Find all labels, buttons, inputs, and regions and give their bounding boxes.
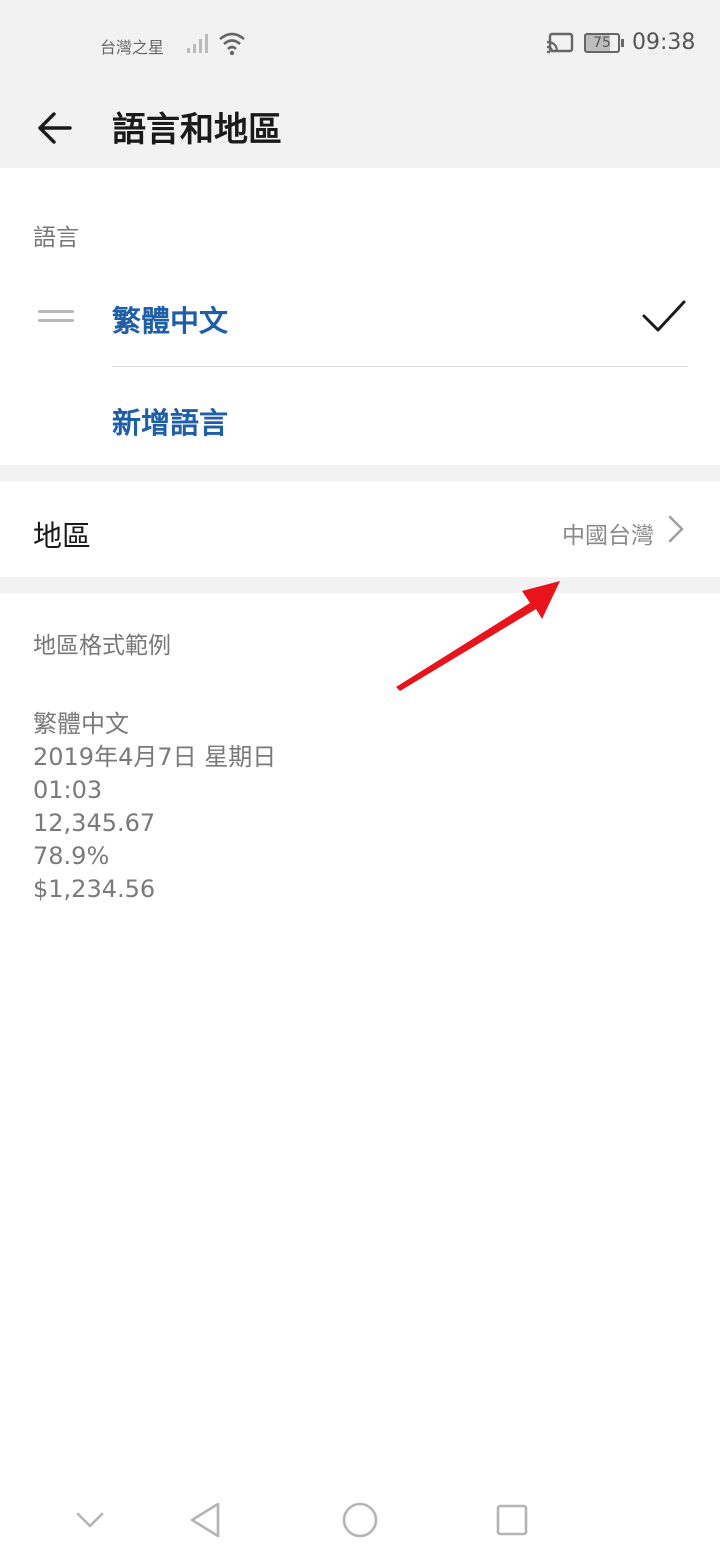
section-divider xyxy=(0,465,720,481)
back-triangle-icon[interactable] xyxy=(184,1498,228,1542)
region-value: 中國台灣 xyxy=(562,523,654,549)
drag-handle-icon[interactable] xyxy=(38,310,74,324)
navigation-bar xyxy=(0,1480,720,1560)
battery-icon: 75 xyxy=(584,33,620,53)
cast-icon xyxy=(546,32,574,54)
format-example-language: 繁體中文 xyxy=(33,710,129,738)
section-divider xyxy=(0,577,720,593)
divider xyxy=(112,366,688,367)
language-section-label: 語言 xyxy=(33,225,79,251)
back-arrow-icon[interactable] xyxy=(30,102,82,154)
status-bar: 台灣之星 75 09:38 xyxy=(0,0,720,88)
language-item[interactable]: 繁體中文 xyxy=(0,270,720,366)
collapse-icon[interactable] xyxy=(68,1498,112,1542)
wifi-icon xyxy=(219,32,245,56)
page-title: 語言和地區 xyxy=(112,110,282,150)
recents-square-icon[interactable] xyxy=(490,1498,534,1542)
region-label: 地區 xyxy=(33,519,92,553)
chevron-right-icon xyxy=(668,515,684,543)
format-example-number: 12,345.67 xyxy=(33,809,156,837)
signal-icon xyxy=(187,34,208,53)
home-circle-icon[interactable] xyxy=(338,1498,382,1542)
format-example-block: 繁體中文 2019年4月7日 星期日 01:03 12,345.67 78.9%… xyxy=(33,708,276,906)
app-bar: 語言和地區 xyxy=(0,88,720,168)
format-example-currency: $1,234.56 xyxy=(33,875,156,903)
check-icon xyxy=(642,300,686,332)
language-name: 繁體中文 xyxy=(112,304,229,338)
format-example-label: 地區格式範例 xyxy=(33,633,171,659)
status-time: 09:38 xyxy=(632,30,696,55)
annotation-arrow-icon xyxy=(396,581,560,691)
carrier-name: 台灣之星 xyxy=(100,38,165,57)
format-example-time: 01:03 xyxy=(33,776,103,804)
add-language-button[interactable]: 新增語言 xyxy=(112,400,228,442)
format-example-percent: 78.9% xyxy=(33,842,110,870)
battery-tip xyxy=(621,39,624,47)
format-example-date: 2019年4月7日 星期日 xyxy=(33,743,277,771)
region-row[interactable]: 地區 中國台灣 xyxy=(0,481,720,577)
